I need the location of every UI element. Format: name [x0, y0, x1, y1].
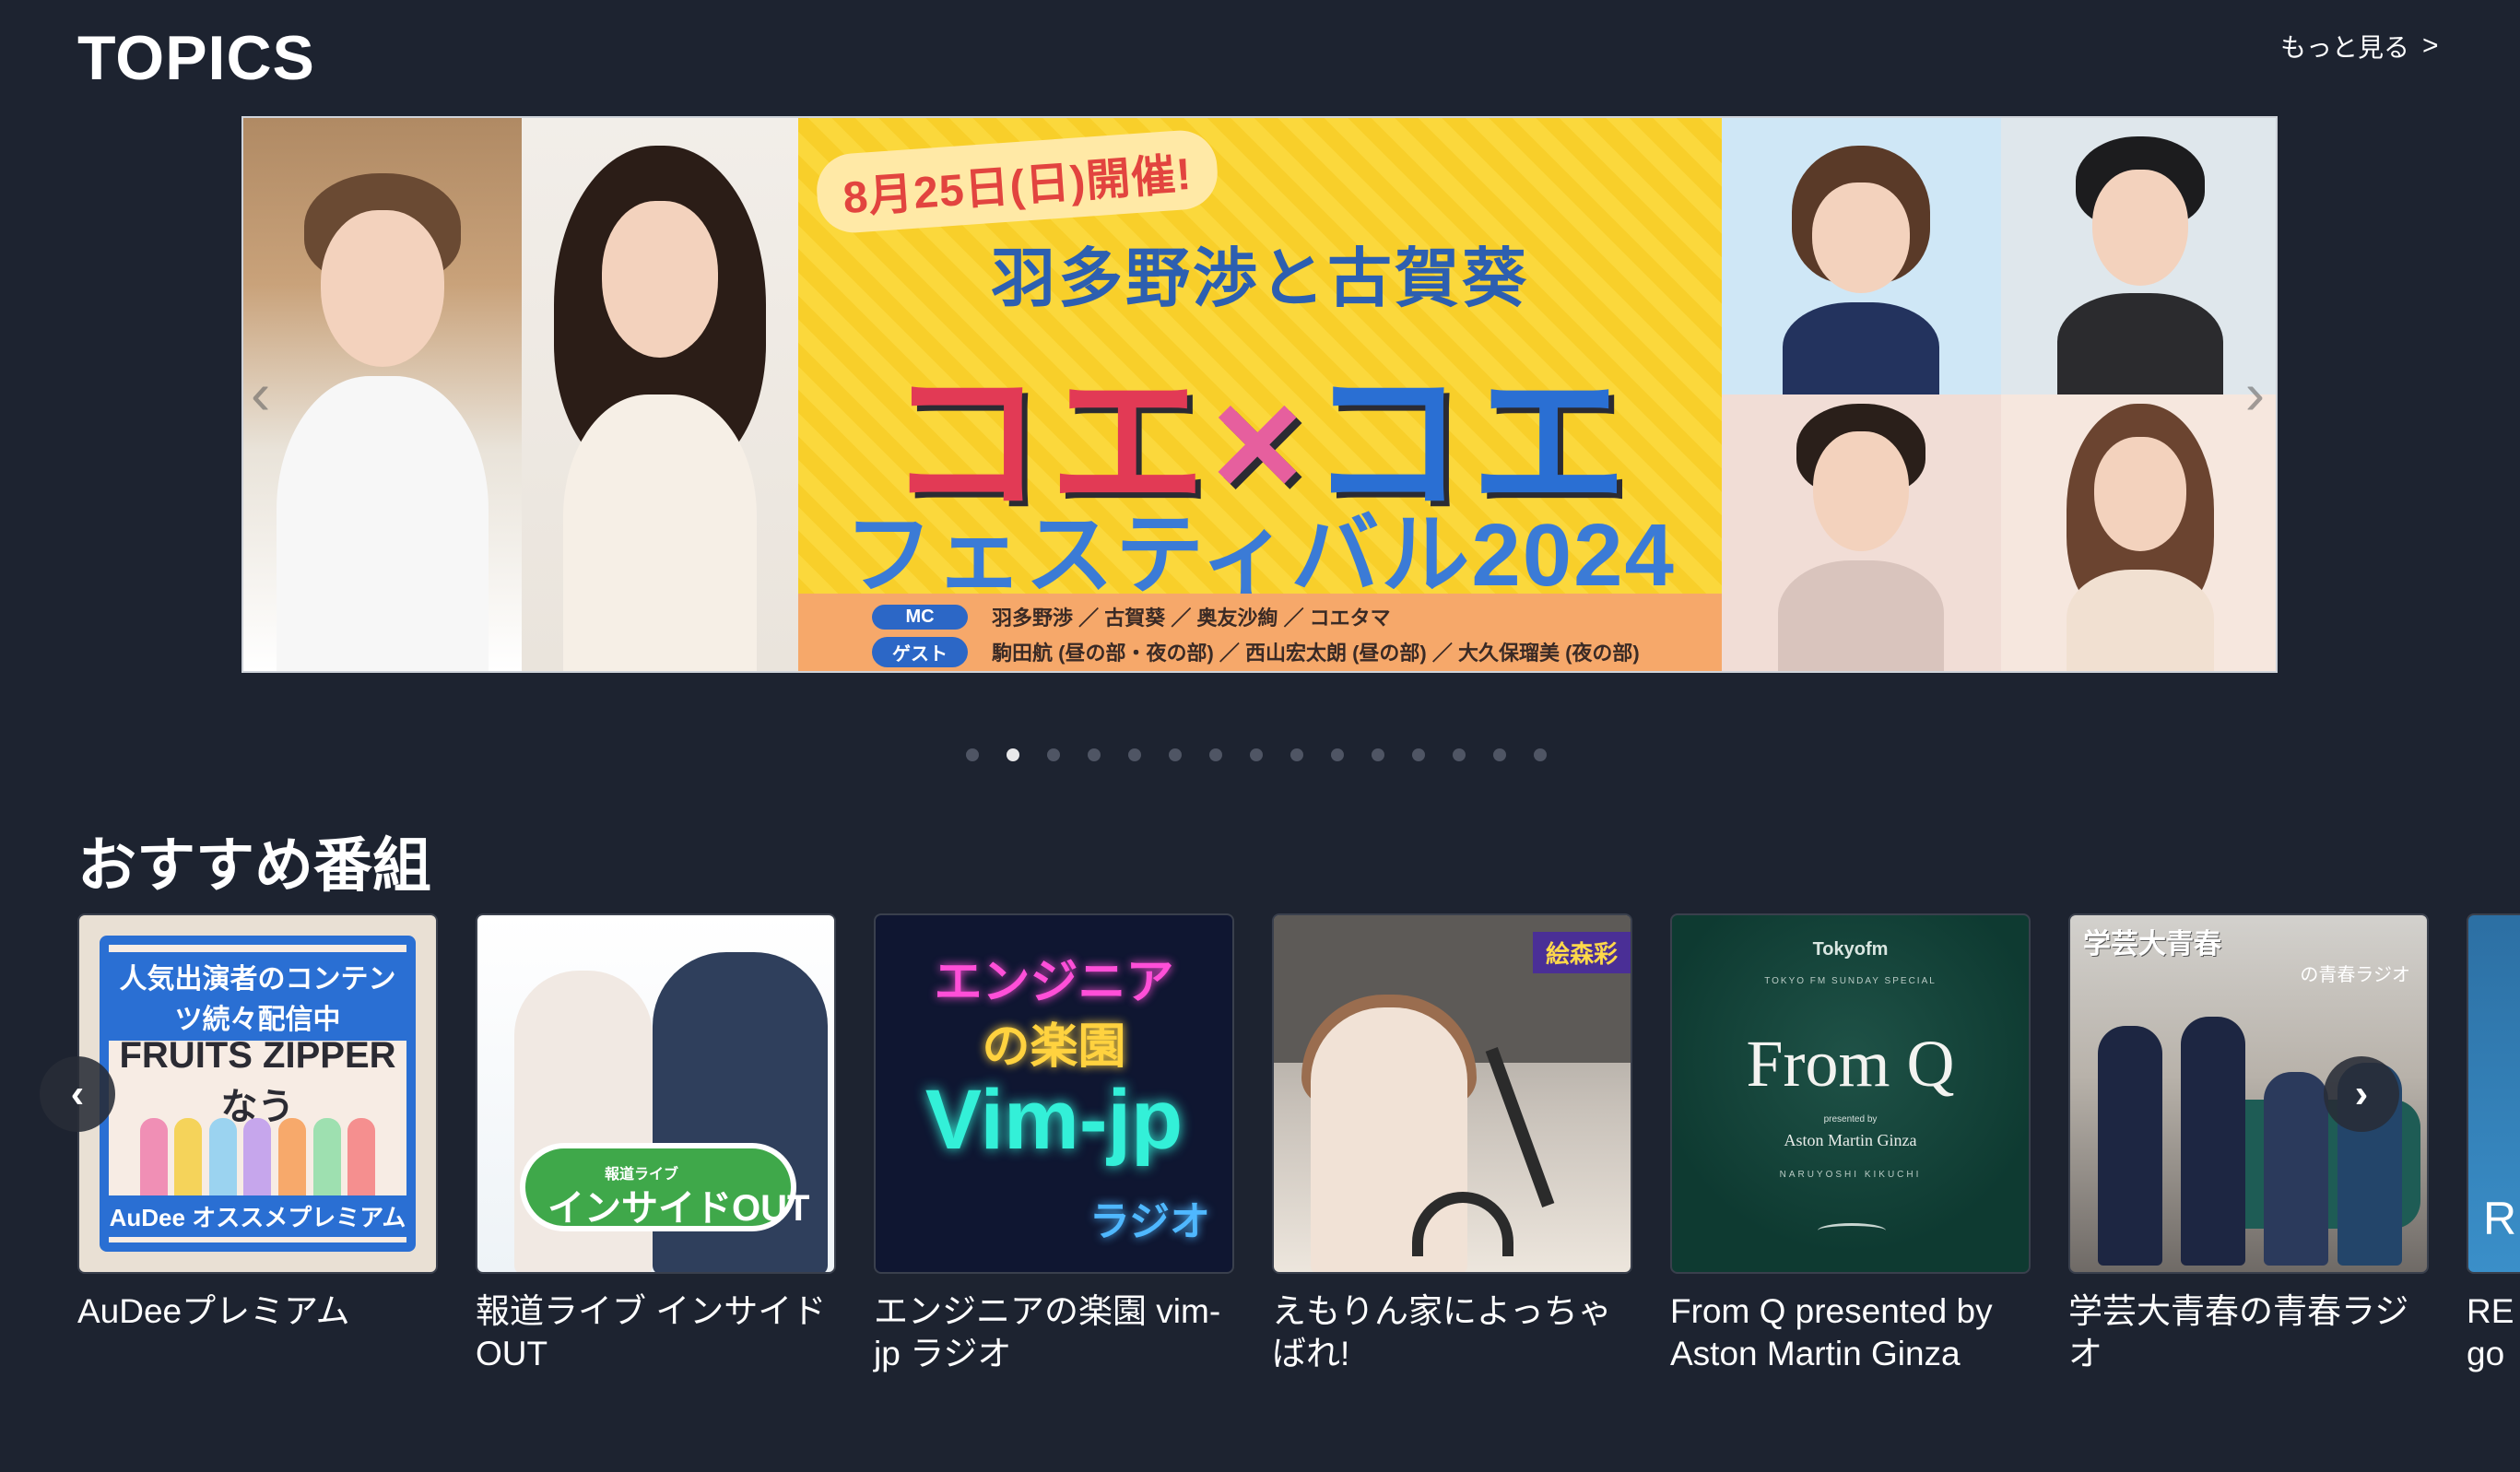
pagination-dot[interactable] [1128, 748, 1141, 761]
thumb-small-text: TOKYO FM SUNDAY SPECIAL [1764, 976, 1937, 986]
pagination-dot[interactable] [1047, 748, 1060, 761]
program-thumbnail: R [2467, 913, 2520, 1274]
program-title: 学芸大青春の青春ラジオ [2068, 1292, 2409, 1372]
banner-photo-cell [2000, 394, 2276, 671]
banner-photo-cell [1722, 118, 2001, 394]
pagination-dot[interactable] [1250, 748, 1263, 761]
carousel-next-button[interactable]: › [2324, 1056, 2399, 1132]
program-title: えもりん家によっちゃばれ! [1272, 1292, 1612, 1372]
thumb-neon-line2: の楽園 [982, 1020, 1126, 1074]
thumb-neon-line4: ラジオ [1089, 1199, 1210, 1244]
thumbnail-frame: 人気出演者のコンテンツ続々配信中 FRUITS ZIPPER なう AuDee … [100, 936, 416, 1252]
pagination-dot[interactable] [1331, 748, 1344, 761]
thumb-member [2181, 1017, 2245, 1266]
program-thumbnail: 人気出演者のコンテンツ続々配信中 FRUITS ZIPPER なう AuDee … [77, 913, 438, 1274]
program-title: エンジニアの楽園 vim-jp ラジオ [874, 1292, 1221, 1372]
thumb-member [2098, 1026, 2162, 1266]
mc-tag: MC [872, 604, 968, 630]
thumb-host-name: NARUYOSHI KIKUCHI [1779, 1170, 1922, 1180]
program-card[interactable]: 学芸大青春 の青春ラジオ 学芸大青春の青春ラジオ [2068, 913, 2429, 1375]
program-title-line2: go [2467, 1335, 2505, 1372]
program-card[interactable]: R RE go [2467, 913, 2520, 1375]
more-link[interactable]: もっと見る > [2280, 28, 2439, 65]
pagination-dot[interactable] [1169, 748, 1182, 761]
program-card[interactable]: エンジニア の楽園 Vim-jp ラジオ エンジニアの楽園 vim-jp ラジオ [874, 913, 1234, 1375]
banner-photo-grid [1722, 118, 2276, 671]
cast-row-mc: MC 羽多野渉 ／ 古賀葵 ／ 奥友沙絢 ／ コエタマ [872, 599, 1722, 634]
program-title: RE go [2467, 1290, 2520, 1375]
thumb-badge: 絵森彩 [1532, 932, 1631, 973]
thumb-glyph: R [2483, 1193, 2517, 1244]
banner-prev-arrow[interactable]: ‹ [251, 359, 270, 428]
person-figure [277, 173, 489, 671]
carousel-prev-button[interactable]: ‹ [40, 1056, 115, 1132]
guest-names: 駒田航 (昼の部・夜の部) ／ 西山宏太朗 (昼の部) ／ 大久保瑠美 (夜の部… [992, 642, 1640, 665]
banner-photo-cell [1722, 394, 2001, 671]
program-card[interactable]: 絵森彩 えもりん家によっちゃばれ! [1272, 913, 1632, 1375]
pagination-dot[interactable] [1453, 748, 1466, 761]
program-title: AuDeeプレミアム [77, 1292, 350, 1330]
thumb-logo: From Q [1746, 1027, 1955, 1101]
banner-festival-artwork: 8月25日(日)開催! 羽多野渉と古賀葵 コエ×コエ フェスティバル2024 M… [798, 118, 1722, 671]
banner-photo-female [522, 118, 798, 671]
topics-title: TOPICS [77, 23, 315, 93]
thumb-neon-line3: Vim-jp [924, 1073, 1183, 1167]
recommended-title: おすすめ番組 [77, 832, 431, 899]
person-figure [545, 146, 775, 671]
thumb-member [2264, 1072, 2328, 1266]
pagination-dot[interactable] [1372, 748, 1384, 761]
program-thumbnail: 絵森彩 [1272, 913, 1632, 1274]
thumb-brand: Tokyofm [1812, 939, 1889, 960]
thumb-sponsor: Aston Martin Ginza [1784, 1131, 1917, 1149]
guest-tag: ゲスト [872, 636, 968, 667]
more-link-label: もっと見る [2280, 33, 2410, 62]
aston-wings-icon [1818, 1223, 1886, 1238]
banner-photo-cell [2000, 118, 2276, 394]
thumb-label-sub: の青春ラジオ [2300, 965, 2410, 985]
pagination-dot[interactable] [1290, 748, 1303, 761]
recommended-list: 人気出演者のコンテンツ続々配信中 FRUITS ZIPPER なう AuDee … [77, 913, 2520, 1375]
thumb-neon-line1: エンジニア [934, 956, 1174, 1009]
program-title-line1: RE [2467, 1292, 2514, 1330]
program-card[interactable]: 報道ライブ インサイドOUT 報道ライブ インサイドOUT [476, 913, 836, 1375]
banner-photo-male [243, 118, 522, 671]
thumb-presented: presented by [1823, 1114, 1878, 1125]
page: TOPICS もっと見る > 8月25日(日)開催! 羽多野渉と古賀葵 コエ×コ… [0, 0, 2520, 1472]
thumb-show-logo: 報道ライブ インサイドOUT [520, 1143, 809, 1231]
thumb-logo-main: インサイドOUT [548, 1188, 810, 1229]
chevron-right-icon: › [2354, 1071, 2369, 1116]
banner-cast-strip: MC 羽多野渉 ／ 古賀葵 ／ 奥友沙絢 ／ コエタマ ゲスト 駒田航 (昼の部… [798, 594, 1722, 671]
banner-date: 8月25日(日)開催! [814, 127, 1220, 236]
program-title: From Q presented by Aston Martin Ginza [1670, 1292, 1993, 1372]
program-card[interactable]: Tokyofm TOKYO FM SUNDAY SPECIAL From Q p… [1670, 913, 2031, 1375]
chevron-right-icon: > [2422, 30, 2439, 61]
pagination-dot[interactable] [1007, 748, 1019, 761]
thumb-label: 学芸大青春 [2083, 929, 2221, 960]
pagination-dot[interactable] [1088, 748, 1101, 761]
pagination-dot[interactable] [966, 748, 979, 761]
program-thumbnail: Tokyofm TOKYO FM SUNDAY SPECIAL From Q p… [1670, 913, 2031, 1274]
mc-names: 羽多野渉 ／ 古賀葵 ／ 奥友沙絢 ／ コエタマ [992, 606, 1391, 630]
microphone-icon [1485, 1047, 1555, 1207]
banner-subtitle: 羽多野渉と古賀葵 [991, 242, 1529, 314]
thumb-bottom-text: AuDee オススメプレミアム [109, 1195, 406, 1237]
program-title: 報道ライブ インサイドOUT [476, 1292, 827, 1372]
chevron-left-icon: ‹ [70, 1071, 85, 1116]
pagination-dot[interactable] [1493, 748, 1506, 761]
pagination-dot[interactable] [1534, 748, 1547, 761]
topics-banner[interactable]: 8月25日(日)開催! 羽多野渉と古賀葵 コエ×コエ フェスティバル2024 M… [241, 116, 2278, 673]
carousel-pagination [966, 748, 1547, 761]
pagination-dot[interactable] [1209, 748, 1222, 761]
program-thumbnail: エンジニア の楽園 Vim-jp ラジオ [874, 913, 1234, 1274]
cast-row-guest: ゲスト 駒田航 (昼の部・夜の部) ／ 西山宏太朗 (昼の部) ／ 大久保瑠美 … [872, 634, 1722, 669]
banner-next-arrow[interactable]: › [2245, 359, 2265, 428]
pagination-dot[interactable] [1412, 748, 1425, 761]
thumb-top-text: 人気出演者のコンテンツ続々配信中 [109, 952, 406, 1041]
program-card[interactable]: 人気出演者のコンテンツ続々配信中 FRUITS ZIPPER なう AuDee … [77, 913, 438, 1375]
banner-festival-text: フェスティバル2024 [844, 506, 1676, 605]
program-thumbnail: 報道ライブ インサイドOUT [476, 913, 836, 1274]
